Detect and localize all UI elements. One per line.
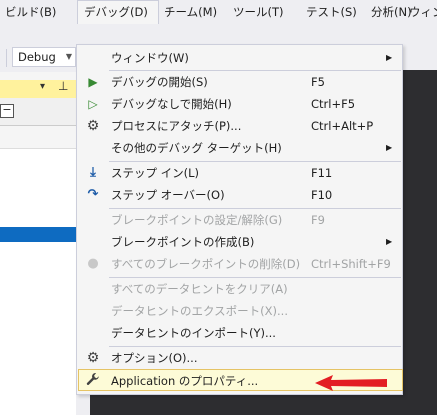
configuration-value: Debug xyxy=(18,50,56,64)
menu-build[interactable]: ビルド(B) xyxy=(5,0,56,24)
tool-window-content xyxy=(0,148,76,415)
menu-window[interactable]: ウィンド xyxy=(409,0,437,24)
menu-item-label: オプション(O)... xyxy=(111,351,198,365)
menu-item-label: デバッグなしで開始(H) xyxy=(111,97,232,111)
submenu-arrow-icon: ▶ xyxy=(386,237,393,246)
menu-item-options[interactable]: ⚙ オプション(O)... xyxy=(78,347,403,369)
menu-item-shortcut: F11 xyxy=(311,166,333,180)
menu-item-shortcut: Ctrl+Shift+F9 xyxy=(311,257,391,271)
menu-item-import-datatips[interactable]: データヒントのインポート(Y)... xyxy=(78,322,403,344)
menu-item-other-debug-targets[interactable]: その他のデバッグ ターゲット(H) ▶ xyxy=(78,137,403,159)
step-into-icon: ⤓ xyxy=(90,165,96,180)
chevron-down-icon: ▼ xyxy=(65,52,72,61)
menu-item-label: データヒントのインポート(Y)... xyxy=(111,326,276,340)
menu-item-attach-to-process[interactable]: ⚙ プロセスにアタッチ(P)... Ctrl+Alt+P xyxy=(78,115,403,137)
menu-item-label: ブレークポイントの設定/解除(G) xyxy=(111,213,283,227)
menu-item-shortcut: Ctrl+F5 xyxy=(311,97,356,111)
solution-configuration-combo[interactable]: Debug ▼ xyxy=(12,47,76,67)
menu-item-shortcut: F5 xyxy=(311,75,325,89)
menu-item-start-without-debugging[interactable]: ▷ デバッグなしで開始(H) Ctrl+F5 xyxy=(78,93,403,115)
menu-item-new-breakpoint[interactable]: ブレークポイントの作成(B) ▶ xyxy=(78,231,403,253)
toolbar-separator xyxy=(6,49,7,67)
toolbar-overflow xyxy=(402,48,437,70)
menu-item-shortcut: F9 xyxy=(311,213,325,227)
menu-item-label: デバッグの開始(S) xyxy=(111,75,208,89)
gear-icon: ⚙ xyxy=(86,350,100,366)
menu-bar: ビルド(B) デバッグ(D) チーム(M) ツール(T) テスト(S) 分析(N… xyxy=(0,0,437,24)
submenu-arrow-icon: ▶ xyxy=(386,143,393,152)
menu-item-start-debugging[interactable]: ▶ デバッグの開始(S) F5 xyxy=(78,71,403,93)
menu-item-label: その他のデバッグ ターゲット(H) xyxy=(111,141,282,155)
menu-tools[interactable]: ツール(T) xyxy=(233,0,284,24)
menu-item-label: データヒントのエクスポート(X)... xyxy=(111,304,288,318)
menu-item-label: ウィンドウ(W) xyxy=(111,51,189,65)
step-over-icon: ↷ xyxy=(87,187,99,202)
menu-item-label: すべてのデータヒントをクリア(A) xyxy=(111,282,288,296)
menu-item-step-into[interactable]: ⤓ ステップ イン(L) F11 xyxy=(78,162,403,184)
editor-area xyxy=(402,70,437,415)
menu-item-label: ステップ イン(L) xyxy=(111,166,200,180)
menu-item-toggle-breakpoint[interactable]: ブレークポイントの設定/解除(G) F9 xyxy=(78,209,403,231)
menu-item-window[interactable]: ウィンドウ(W) ▶ xyxy=(78,47,403,69)
menu-item-step-over[interactable]: ↷ ステップ オーバー(O) F10 xyxy=(78,184,403,206)
menu-test[interactable]: テスト(S) xyxy=(306,0,357,24)
menu-item-label: ステップ オーバー(O) xyxy=(111,188,225,202)
menu-item-shortcut: Ctrl+Alt+P xyxy=(311,119,374,133)
submenu-arrow-icon: ▶ xyxy=(386,53,393,62)
selected-tree-item[interactable] xyxy=(0,227,76,242)
play-icon: ▶ xyxy=(88,75,98,89)
menu-item-label: ブレークポイントの作成(B) xyxy=(111,235,255,249)
collapse-icon[interactable]: − xyxy=(0,104,14,118)
wrench-icon xyxy=(85,372,101,388)
menu-debug[interactable]: デバッグ(D) xyxy=(77,0,159,24)
editor-area-bottom xyxy=(90,395,437,415)
menu-analyze[interactable]: 分析(N) xyxy=(371,0,412,24)
menu-item-delete-all-breakpoints[interactable]: ● すべてのブレークポイントの削除(D) Ctrl+Shift+F9 xyxy=(78,253,403,275)
debug-menu-dropdown: ウィンドウ(W) ▶ ▶ デバッグの開始(S) F5 ▷ デバッグなしで開始(H… xyxy=(76,44,403,395)
menu-item-label: すべてのブレークポイントの削除(D) xyxy=(111,257,301,271)
dropdown-arrow-icon[interactable]: ▾ xyxy=(40,81,45,92)
delete-breakpoints-icon: ● xyxy=(87,256,99,271)
pin-icon[interactable]: ⊥ xyxy=(58,79,68,93)
menu-team[interactable]: チーム(M) xyxy=(164,0,217,24)
menu-item-export-datatips[interactable]: データヒントのエクスポート(X)... xyxy=(78,300,403,322)
attach-process-gears-icon: ⚙ xyxy=(86,118,100,134)
menu-item-clear-all-datatips[interactable]: すべてのデータヒントをクリア(A) xyxy=(78,278,403,300)
menu-item-shortcut: F10 xyxy=(311,188,333,202)
menu-item-label: Application のプロパティ... xyxy=(111,374,259,388)
play-outline-icon: ▷ xyxy=(88,97,98,111)
red-arrow-annotation xyxy=(315,375,387,391)
menu-item-label: プロセスにアタッチ(P)... xyxy=(111,119,242,133)
